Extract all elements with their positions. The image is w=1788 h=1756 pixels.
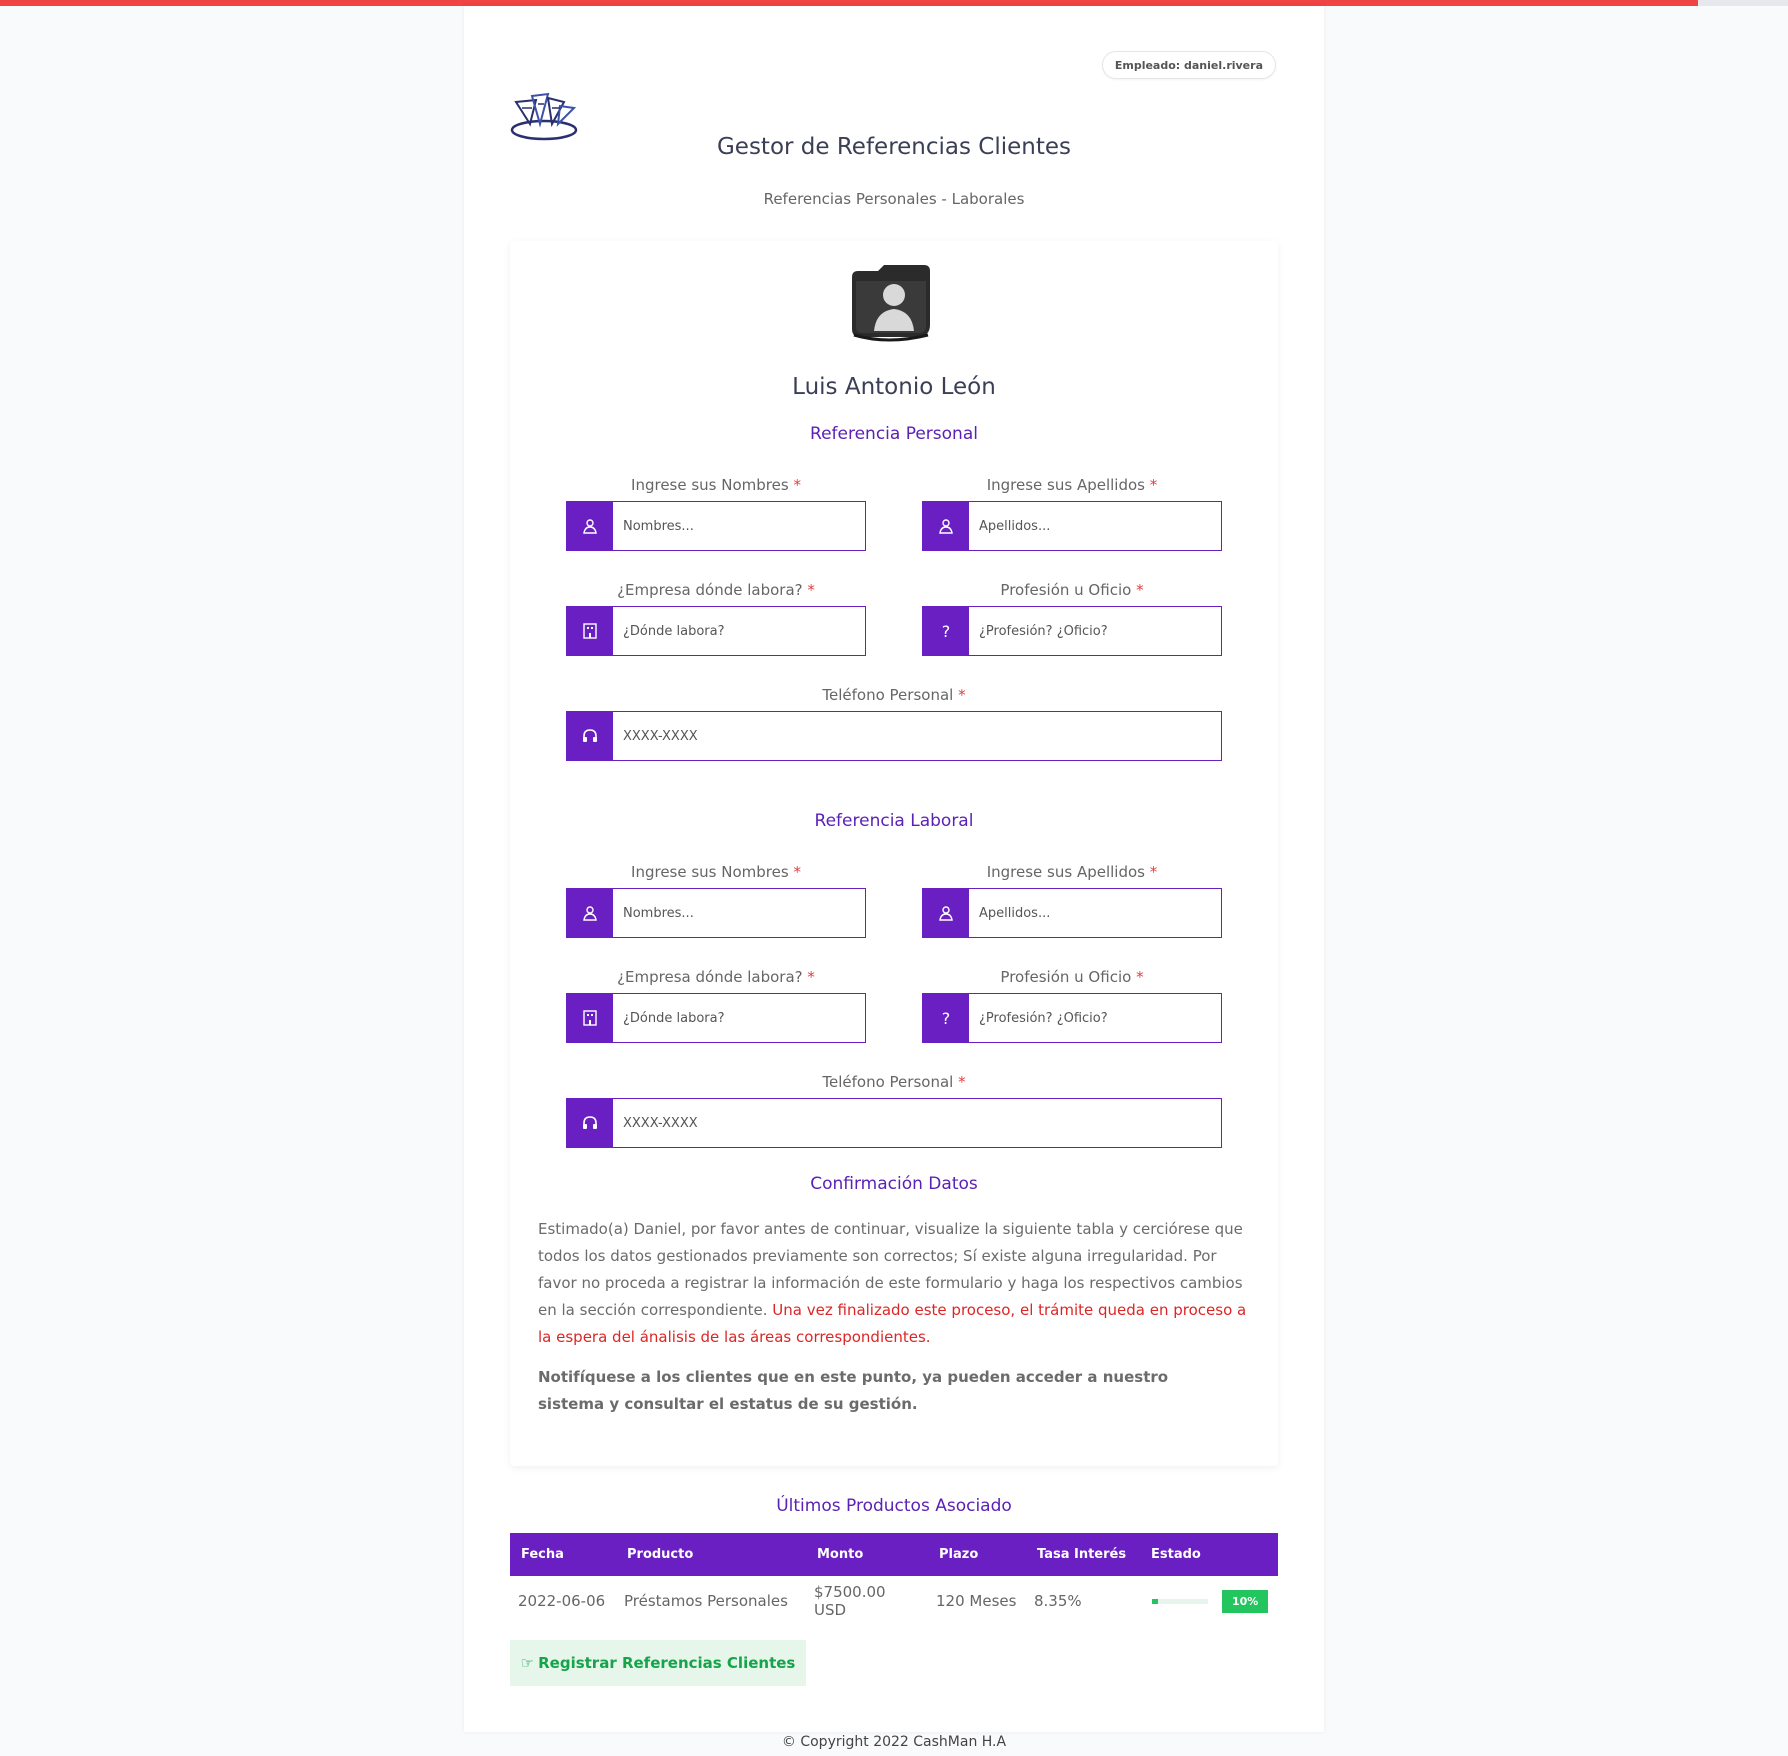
user-icon [567, 502, 613, 550]
column-header: Estado [1140, 1533, 1278, 1576]
laboral-profesion-label: Profesión u Oficio * [1000, 968, 1144, 986]
personal-telefono-input[interactable] [613, 712, 1221, 760]
section-title-laboral: Referencia Laboral [814, 811, 974, 831]
personal-empresa-input[interactable] [613, 607, 865, 655]
laboral-telefono-input[interactable] [613, 1099, 1221, 1147]
laboral-nombres-field[interactable] [566, 888, 866, 938]
cell-tasa: 8.35% [1034, 1592, 1082, 1610]
employee-badge: Empleado: daniel.rivera [1101, 51, 1276, 79]
column-header: Tasa Interés [1026, 1533, 1140, 1576]
personal-apellidos-input[interactable] [969, 502, 1221, 550]
top-progress-track [1698, 0, 1788, 6]
personal-empresa-label: ¿Empresa dónde labora? * [617, 581, 815, 599]
notify-message: Notifíquese a los clientes que en este p… [538, 1368, 1169, 1413]
section-title-personal: Referencia Personal [810, 424, 978, 444]
products-title: Últimos Productos Asociado [776, 1496, 1012, 1516]
page-title: Gestor de Referencias Clientes [716, 134, 1072, 160]
laboral-nombres-input[interactable] [613, 889, 865, 937]
cell-fecha: 2022-06-06 [518, 1592, 606, 1610]
table-header-row: Fecha Producto Monto Plazo Tasa Interés … [510, 1533, 1278, 1576]
laboral-apellidos-label: Ingrese sus Apellidos * [986, 863, 1158, 881]
user-icon [923, 502, 969, 550]
references-form: Luis Antonio León Referencia Personal In… [510, 241, 1278, 1466]
laboral-empresa-input[interactable] [613, 994, 865, 1042]
cell-estado: 10% [1140, 1576, 1278, 1626]
laboral-telefono-field[interactable] [566, 1098, 1222, 1148]
question-icon: ? [923, 607, 969, 655]
column-header: Producto [616, 1533, 806, 1576]
personal-apellidos-field[interactable] [922, 501, 1222, 551]
laboral-nombres-label: Ingrese sus Nombres * [631, 863, 801, 881]
register-button-label: Registrar Referencias Clientes [538, 1654, 796, 1672]
personal-telefono-field[interactable] [566, 711, 1222, 761]
status-badge: 10% [1222, 1589, 1269, 1613]
client-name: Luis Antonio León [792, 374, 996, 400]
personal-nombres-input[interactable] [613, 502, 865, 550]
personal-profesion-field[interactable]: ? [922, 606, 1222, 656]
client-folder-avatar-icon [852, 265, 930, 342]
personal-profesion-input[interactable] [969, 607, 1221, 655]
hand-pointer-icon: ☞ [520, 1654, 535, 1672]
headset-icon [567, 712, 613, 760]
headset-icon [567, 1099, 613, 1147]
user-icon [923, 889, 969, 937]
personal-nombres-label: Ingrese sus Nombres * [631, 476, 801, 494]
cell-monto: $7500.00 USD [814, 1583, 886, 1619]
main-card: Empleado: daniel.rivera Gestor de Refere… [464, 6, 1324, 1732]
laboral-apellidos-input[interactable] [969, 889, 1221, 937]
user-icon [567, 889, 613, 937]
confirmation-message: Estimado(a) Daniel, por favor antes de c… [538, 1216, 1248, 1351]
section-title-confirmacion: Confirmación Datos [810, 1174, 978, 1194]
question-icon: ? [923, 994, 969, 1042]
status-progress-bar [1152, 1598, 1208, 1604]
personal-empresa-field[interactable] [566, 606, 866, 656]
personal-nombres-field[interactable] [566, 501, 866, 551]
column-header: Fecha [510, 1533, 616, 1576]
laboral-profesion-input[interactable] [969, 994, 1221, 1042]
cell-producto: Préstamos Personales [624, 1592, 788, 1610]
laboral-telefono-label: Teléfono Personal * [822, 1073, 966, 1091]
table-row: 2022-06-06 Préstamos Personales $7500.00… [510, 1576, 1278, 1626]
column-header: Monto [806, 1533, 928, 1576]
products-table: Fecha Producto Monto Plazo Tasa Interés … [510, 1533, 1278, 1626]
laboral-empresa-label: ¿Empresa dónde labora? * [617, 968, 815, 986]
personal-profesion-label: Profesión u Oficio * [1000, 581, 1144, 599]
status-progress-fill [1152, 1598, 1158, 1604]
personal-telefono-label: Teléfono Personal * [822, 686, 966, 704]
register-references-button[interactable]: ☞ Registrar Referencias Clientes [510, 1640, 806, 1686]
laboral-profesion-field[interactable]: ? [922, 993, 1222, 1043]
building-icon [567, 607, 613, 655]
building-icon [567, 994, 613, 1042]
laboral-apellidos-field[interactable] [922, 888, 1222, 938]
cell-plazo: 120 Meses [936, 1592, 1017, 1610]
personal-apellidos-label: Ingrese sus Apellidos * [986, 476, 1158, 494]
column-header: Plazo [928, 1533, 1026, 1576]
page-subtitle: Referencias Personales - Laborales [763, 190, 1025, 208]
laboral-empresa-field[interactable] [566, 993, 866, 1043]
footer-copyright: © Copyright 2022 CashMan H.A [781, 1734, 1007, 1750]
